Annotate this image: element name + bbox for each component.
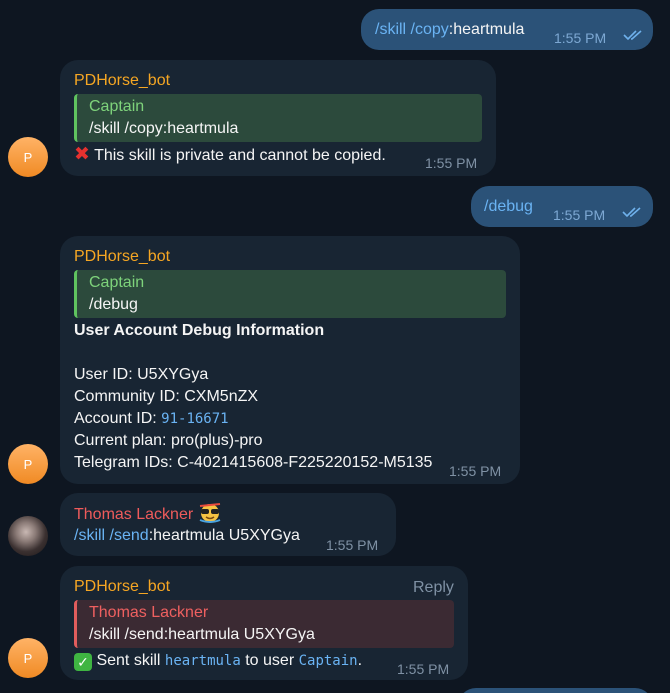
outgoing-message-partial[interactable] <box>458 688 653 693</box>
bot-message-debug[interactable]: PDHorse_bot Captain /debug User Account … <box>60 236 520 484</box>
message-text: ✖ This skill is private and cannot be co… <box>74 144 386 165</box>
sunglasses-emoji-icon <box>198 503 222 523</box>
quote-text: /debug <box>89 296 138 313</box>
message-time: 1:55 PM <box>553 207 606 223</box>
message-time: 1:55 PM <box>554 30 607 46</box>
bot-avatar[interactable]: P <box>8 444 48 484</box>
message-time: 1:55 PM <box>425 155 478 171</box>
quote-author: Captain <box>89 98 145 115</box>
reply-quote[interactable]: Captain /skill /copy:heartmula <box>74 94 482 142</box>
bot-message-private[interactable]: PDHorse_bot Captain /skill /copy:heartmu… <box>60 60 496 176</box>
debug-telegram-ids: Telegram IDs: C-4021415608-F225220152-M5… <box>74 454 433 471</box>
debug-current-plan: Current plan: pro(plus)-pro <box>74 432 263 449</box>
account-id-link[interactable]: 91-16671 <box>161 411 228 427</box>
command-link[interactable]: /skill /copy <box>375 21 449 38</box>
sender-name[interactable]: PDHorse_bot <box>74 246 170 268</box>
sender-name[interactable]: Thomas Lackner <box>74 503 222 526</box>
message-time: 1:55 PM <box>397 661 450 677</box>
reply-quote[interactable]: Thomas Lackner /skill /send:heartmula U5… <box>74 600 454 648</box>
command-link[interactable]: /skill /send <box>74 527 149 544</box>
read-checkmarks-icon <box>622 206 644 218</box>
command-link[interactable]: /debug <box>484 196 533 218</box>
skill-name-code[interactable]: heartmula <box>165 653 241 669</box>
message-time: 1:55 PM <box>449 463 502 479</box>
message-text: ✓ Sent skill heartmula to user Captain. <box>74 650 362 672</box>
message-text: /skill /copy:heartmula <box>375 19 524 41</box>
debug-account-id: Account ID: 91-16671 <box>74 410 229 427</box>
debug-heading: User Account Debug Information <box>74 322 325 339</box>
message-text: /skill /send:heartmula U5XYGya <box>74 527 300 544</box>
outgoing-message-copy[interactable]: /skill /copy:heartmula 1:55 PM <box>361 9 653 50</box>
sender-name[interactable]: PDHorse_bot <box>74 576 170 598</box>
quote-author: Captain <box>89 274 145 291</box>
sender-name[interactable]: PDHorse_bot <box>74 70 170 92</box>
reply-label[interactable]: Reply <box>413 577 454 599</box>
message-time: 1:55 PM <box>326 537 379 553</box>
outgoing-message-debug[interactable]: /debug 1:55 PM <box>471 186 653 227</box>
bot-message-sent[interactable]: PDHorse_bot Reply Thomas Lackner /skill … <box>60 566 468 680</box>
debug-community-id: Community ID: CXM5nZX <box>74 388 259 405</box>
user-avatar[interactable] <box>8 516 48 556</box>
quote-text: /skill /send:heartmula U5XYGya <box>89 626 315 643</box>
read-checkmarks-icon <box>623 29 645 41</box>
command-arg: :heartmula <box>448 21 525 38</box>
cross-mark-icon: ✖ <box>74 144 90 165</box>
debug-user-id: User ID: U5XYGya <box>74 366 209 383</box>
quote-text: /skill /copy:heartmula <box>89 120 239 137</box>
reply-quote[interactable]: Captain /debug <box>74 270 506 318</box>
quote-author: Thomas Lackner <box>89 604 209 621</box>
bot-avatar[interactable]: P <box>8 137 48 177</box>
user-message-send[interactable]: Thomas Lackner /skill /send:heartmula U5… <box>60 493 396 556</box>
bot-avatar[interactable]: P <box>8 638 48 678</box>
user-name-code[interactable]: Captain <box>299 653 358 669</box>
check-mark-icon: ✓ <box>74 653 92 671</box>
